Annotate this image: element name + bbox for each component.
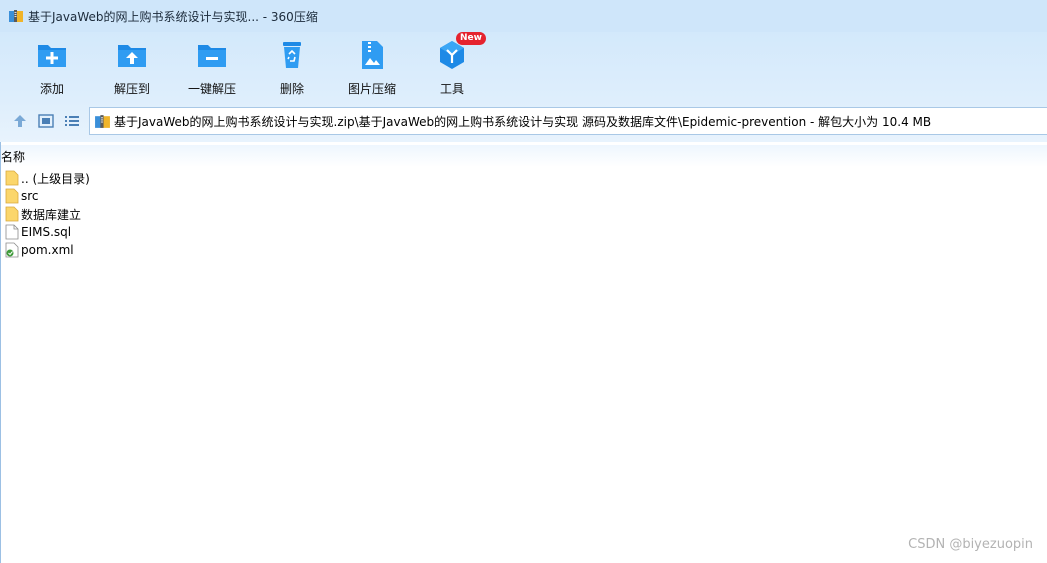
zip-archive-icon (95, 114, 110, 128)
list-item-eims-sql[interactable]: EIMS.sql (0, 223, 71, 241)
list-view-icon[interactable] (63, 112, 81, 130)
window-title: 基于JavaWeb的网上购书系统设计与实现... - 360压缩 (28, 9, 318, 24)
watermark: CSDN @biyezuopin (908, 537, 1033, 552)
recycle-bin-icon (283, 42, 301, 68)
list-item-pom-xml[interactable]: pom.xml (0, 241, 74, 259)
file-name: pom.xml (21, 243, 74, 257)
archive-app-icon (9, 10, 23, 22)
file-name: src (21, 189, 39, 203)
one-click-extract-label: 一键解压 (187, 82, 236, 96)
file-name: 数据库建立 (21, 207, 82, 222)
delete-label: 删除 (279, 82, 304, 96)
up-arrow-icon[interactable] (11, 112, 29, 130)
address-bar[interactable]: 基于JavaWeb的网上购书系统设计与实现.zip\基于JavaWeb的网上购书… (89, 107, 1047, 135)
tools-label: 工具 (439, 82, 464, 96)
add-button[interactable]: 添加 (12, 38, 92, 98)
image-compress-button[interactable]: 图片压缩 (332, 38, 412, 98)
add-folder-icon (38, 45, 66, 67)
folder-icon (5, 188, 19, 204)
toolbar: 添加 解压到 一键解压 删除 图片压缩 工具 New (0, 32, 1047, 100)
xml-file-icon (5, 242, 19, 258)
list-item-parent-directory[interactable]: .. (上级目录) (0, 169, 90, 187)
delete-button[interactable]: 删除 (252, 38, 332, 98)
thumbnail-view-icon[interactable] (37, 112, 55, 130)
new-badge: New (456, 32, 486, 45)
file-name: .. (上级目录) (21, 171, 90, 186)
folder-icon (5, 170, 19, 186)
address-path: 基于JavaWeb的网上购书系统设计与实现.zip\基于JavaWeb的网上购书… (114, 114, 932, 129)
list-item-database-setup[interactable]: 数据库建立 (0, 205, 81, 223)
column-header: 名称 (0, 145, 1047, 167)
one-click-extract-icon (198, 45, 226, 67)
add-label: 添加 (39, 82, 64, 96)
folder-icon (5, 206, 19, 222)
extract-folder-icon (118, 45, 146, 67)
extract-to-label: 解压到 (113, 82, 150, 96)
file-name: EIMS.sql (21, 225, 72, 239)
file-icon (5, 224, 19, 240)
title-bar: 基于JavaWeb的网上购书系统设计与实现... - 360压缩 (0, 0, 1047, 32)
extract-to-button[interactable]: 解压到 (92, 38, 172, 98)
list-item-src[interactable]: src (0, 187, 39, 205)
image-compress-label: 图片压缩 (347, 82, 396, 96)
image-zip-icon (362, 41, 383, 69)
name-column-header[interactable]: 名称 (1, 148, 25, 165)
one-click-extract-button[interactable]: 一键解压 (172, 38, 252, 98)
tools-button[interactable]: 工具 (412, 38, 492, 98)
